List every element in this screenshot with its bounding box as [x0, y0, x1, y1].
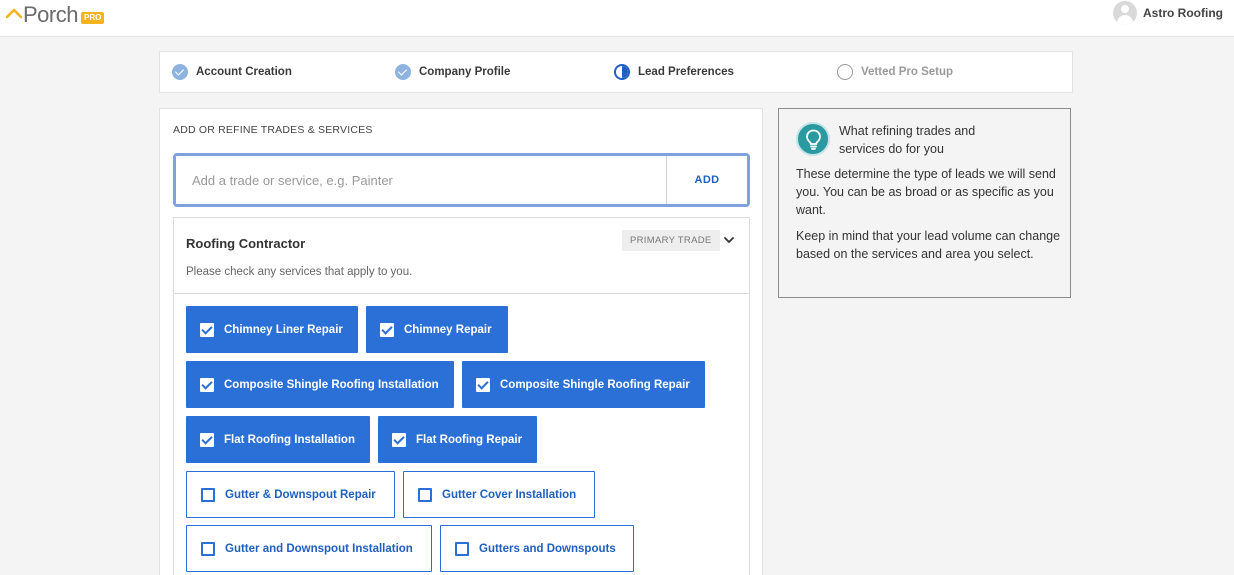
service-label: Composite Shingle Roofing Repair — [500, 378, 690, 391]
checkbox-empty-icon — [201, 487, 215, 502]
trades-services-card: ADD OR REFINE TRADES & SERVICES ADD Roof… — [159, 108, 763, 575]
add-trade-input[interactable] — [176, 156, 666, 204]
roof-logo-icon — [6, 8, 22, 22]
service-composite-shingle-installation[interactable]: Composite Shingle Roofing Installation — [186, 361, 454, 408]
step-vetted-pro-setup[interactable]: Vetted Pro Setup — [837, 52, 953, 92]
trade-header[interactable]: Roofing Contractor PRIMARY TRADE Please … — [174, 218, 749, 294]
service-flat-roofing-installation[interactable]: Flat Roofing Installation — [186, 416, 370, 463]
step-complete-icon — [395, 64, 411, 80]
service-label: Gutter & Downspout Repair — [225, 488, 376, 501]
service-gutter-cover-installation[interactable]: Gutter Cover Installation — [403, 471, 595, 518]
step-company-profile[interactable]: Company Profile — [395, 52, 510, 92]
info-paragraph-2: Keep in mind that your lead volume can c… — [796, 229, 1061, 261]
info-title: What refining trades and services do for… — [839, 124, 976, 156]
add-trade-box: ADD — [173, 153, 750, 207]
service-label: Composite Shingle Roofing Installation — [224, 378, 439, 391]
step-label: Account Creation — [196, 66, 292, 78]
checkbox-empty-icon — [455, 541, 469, 556]
step-account-creation[interactable]: Account Creation — [172, 52, 292, 92]
service-label: Flat Roofing Repair — [416, 433, 523, 446]
checkbox-checked-icon — [200, 432, 214, 447]
progress-stepper: Account Creation Company Profile Lead Pr… — [159, 51, 1073, 93]
service-chimney-repair[interactable]: Chimney Repair — [366, 306, 508, 353]
add-button[interactable]: ADD — [666, 156, 747, 204]
lightbulb-icon — [796, 122, 830, 156]
service-label: Flat Roofing Installation — [224, 433, 355, 446]
service-flat-roofing-repair[interactable]: Flat Roofing Repair — [378, 416, 537, 463]
service-label: Gutter and Downspout Installation — [225, 542, 413, 555]
service-label: Chimney Liner Repair — [224, 323, 343, 336]
checkbox-checked-icon — [476, 377, 490, 392]
logo-pro-badge: PRO — [80, 12, 105, 24]
service-gutter-downspout-installation[interactable]: Gutter and Downspout Installation — [186, 525, 432, 572]
primary-trade-badge: PRIMARY TRADE — [622, 230, 720, 251]
service-composite-shingle-repair[interactable]: Composite Shingle Roofing Repair — [462, 361, 705, 408]
service-gutter-downspout-repair[interactable]: Gutter & Downspout Repair — [186, 471, 395, 518]
service-label: Gutters and Downspouts — [479, 542, 616, 555]
step-lead-preferences[interactable]: Lead Preferences — [614, 52, 734, 92]
step-label: Vetted Pro Setup — [861, 66, 954, 78]
trade-title: Roofing Contractor — [186, 236, 306, 251]
checkbox-checked-icon — [380, 322, 394, 337]
step-label: Lead Preferences — [638, 66, 734, 78]
checkbox-checked-icon — [200, 377, 214, 392]
logo-text: Porch — [23, 2, 78, 27]
service-chimney-liner-repair[interactable]: Chimney Liner Repair — [186, 306, 358, 353]
service-label: Chimney Repair — [404, 323, 492, 336]
service-label: Gutter Cover Installation — [442, 488, 577, 501]
service-gutters-and-downspouts[interactable]: Gutters and Downspouts — [440, 525, 634, 572]
checkbox-checked-icon — [392, 432, 406, 447]
avatar — [1113, 1, 1137, 25]
step-label: Company Profile — [419, 66, 511, 78]
step-pending-icon — [837, 64, 853, 80]
top-bar: Porch PRO Astro Roofing — [0, 0, 1234, 37]
user-menu[interactable]: Astro Roofing — [1113, 1, 1223, 25]
chevron-down-icon[interactable] — [722, 233, 736, 247]
porch-pro-logo[interactable]: Porch PRO — [6, 2, 105, 28]
trade-instructions: Please check any services that apply to … — [186, 266, 413, 278]
checkbox-empty-icon — [418, 487, 432, 502]
step-in-progress-icon — [614, 64, 630, 80]
trade-panel-roofing: Roofing Contractor PRIMARY TRADE Please … — [173, 217, 750, 575]
section-label: ADD OR REFINE TRADES & SERVICES — [173, 124, 373, 136]
step-complete-icon — [172, 64, 188, 80]
checkbox-empty-icon — [201, 541, 215, 556]
info-panel: What refining trades and services do for… — [778, 108, 1071, 298]
checkbox-checked-icon — [200, 322, 214, 337]
user-name: Astro Roofing — [1143, 6, 1223, 20]
info-paragraph-1: These determine the type of leads we wil… — [796, 167, 1056, 217]
